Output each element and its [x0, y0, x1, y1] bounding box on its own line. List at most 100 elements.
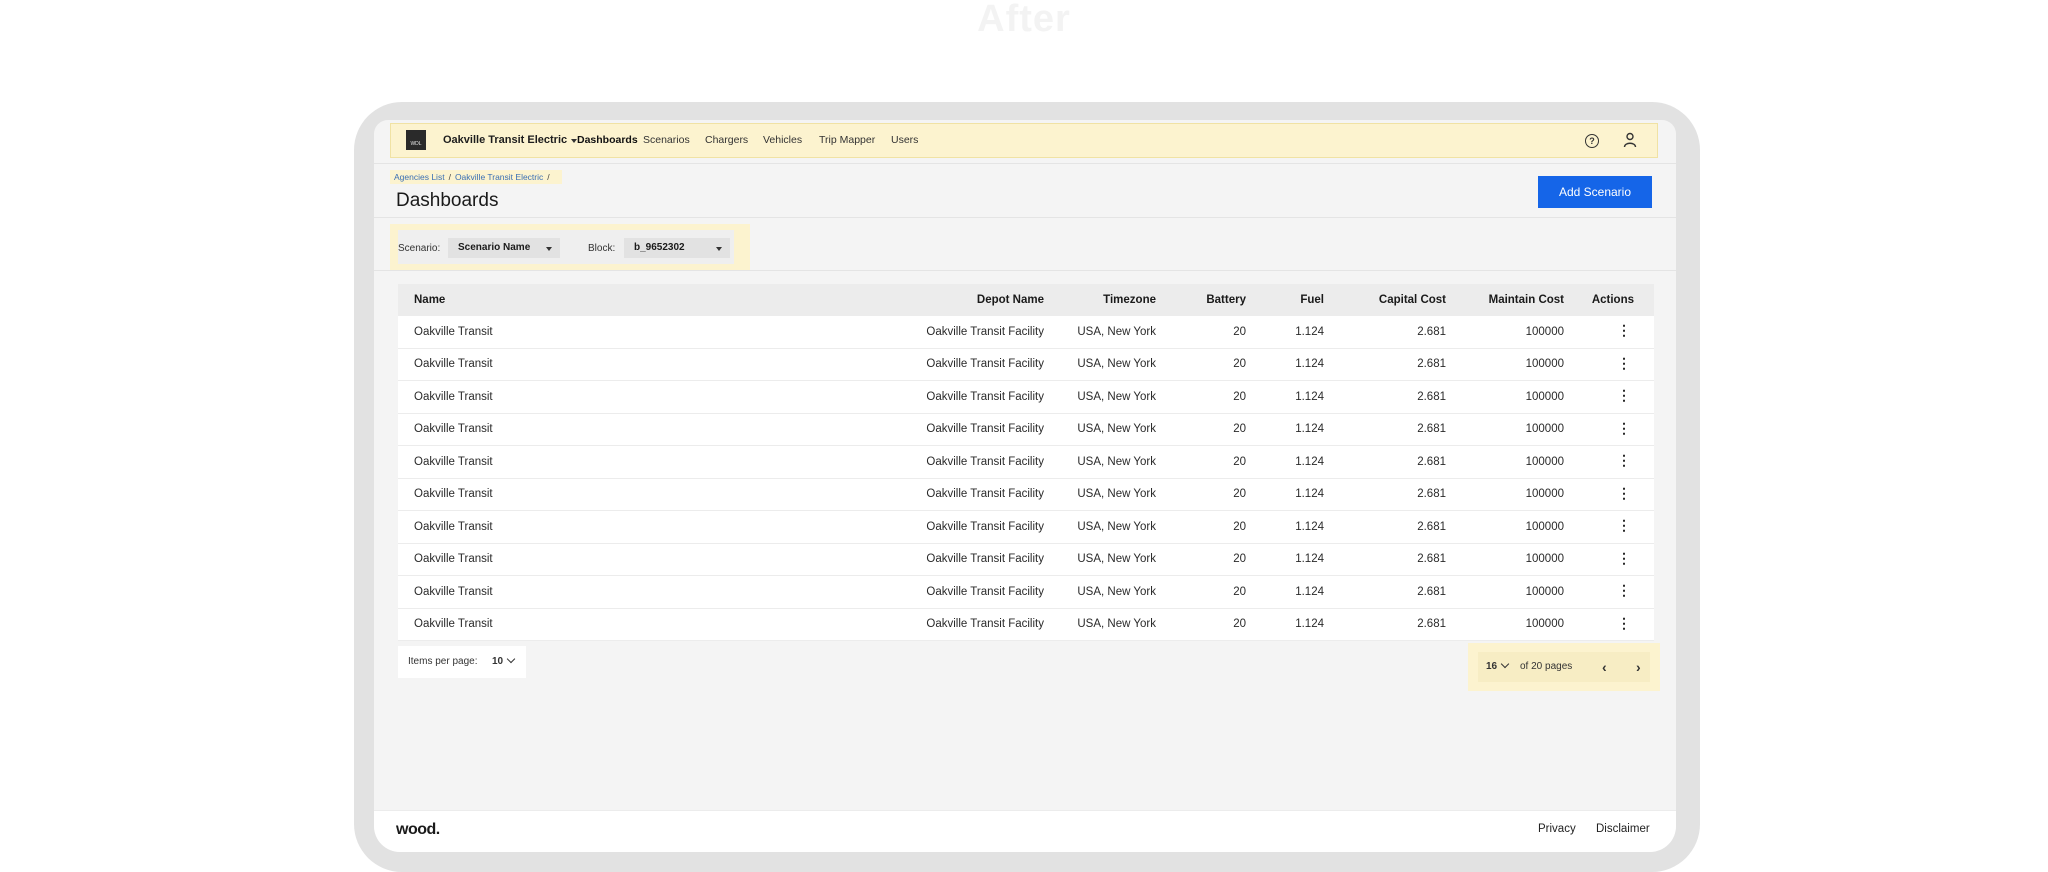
cell-name: Oakville Transit [398, 608, 844, 641]
cell-name: Oakville Transit [398, 510, 844, 544]
brand-logo[interactable]: WDL [406, 130, 426, 150]
cell-maintain-cost: 100000 [1456, 510, 1574, 544]
cell-actions: ⋮ [1574, 510, 1654, 544]
app-screen: WDL Oakville Transit Electric Dashboards… [374, 120, 1676, 852]
nav-dashboards[interactable]: Dashboards [577, 134, 638, 146]
more-vertical-icon[interactable]: ⋮ [1614, 388, 1634, 402]
cell-actions: ⋮ [1574, 316, 1654, 349]
table-row[interactable]: Oakville Transit Oakville Transit Facilit… [398, 380, 1654, 414]
table-row[interactable]: Oakville Transit Oakville Transit Facilit… [398, 445, 1654, 479]
cell-timezone: USA, New York [1054, 413, 1166, 446]
cell-fuel: 1.124 [1256, 575, 1334, 609]
cell-fuel: 1.124 [1256, 608, 1334, 641]
nav-chargers[interactable]: Chargers [705, 134, 748, 146]
cell-timezone: USA, New York [1054, 510, 1166, 544]
column-header-fuel[interactable]: Fuel [1256, 284, 1334, 316]
more-vertical-icon[interactable]: ⋮ [1614, 323, 1634, 337]
cell-capital-cost: 2.681 [1334, 608, 1456, 641]
column-header-depot-name[interactable]: Depot Name [844, 284, 1054, 316]
cell-maintain-cost: 100000 [1456, 575, 1574, 609]
table-row[interactable]: Oakville Transit Oakville Transit Facilit… [398, 510, 1654, 544]
top-navbar: WDL Oakville Transit Electric Dashboards… [390, 123, 1658, 158]
nav-users[interactable]: Users [891, 134, 918, 146]
cell-actions: ⋮ [1574, 348, 1654, 381]
site-footer: wood. Privacy Disclaimer [374, 810, 1676, 852]
cell-battery: 20 [1166, 445, 1256, 479]
more-vertical-icon[interactable]: ⋮ [1614, 518, 1634, 532]
cell-timezone: USA, New York [1054, 316, 1166, 349]
breadcrumb-agencies-list[interactable]: Agencies List [394, 172, 445, 182]
dashboards-table: Name Depot Name Timezone Battery Fuel Ca… [398, 284, 1654, 641]
user-icon[interactable] [1623, 132, 1637, 148]
table-row[interactable]: Oakville Transit Oakville Transit Facilit… [398, 478, 1654, 511]
column-header-maintain-cost[interactable]: Maintain Cost [1456, 284, 1574, 316]
cell-capital-cost: 2.681 [1334, 413, 1456, 446]
cell-battery: 20 [1166, 380, 1256, 414]
column-header-name[interactable]: Name [398, 284, 844, 316]
more-vertical-icon[interactable]: ⋮ [1614, 551, 1634, 565]
breadcrumb-agency[interactable]: Oakville Transit Electric [455, 172, 543, 182]
add-scenario-button[interactable]: Add Scenario [1538, 176, 1652, 208]
more-vertical-icon[interactable]: ⋮ [1614, 421, 1634, 435]
cell-name: Oakville Transit [398, 478, 844, 511]
filter-panel: Scenario: Scenario Name Block: b_9652302 [398, 230, 734, 264]
column-header-capital-cost[interactable]: Capital Cost [1334, 284, 1456, 316]
chevron-left-icon[interactable]: ‹ [1602, 652, 1607, 682]
breadcrumb-separator: / [547, 172, 550, 182]
column-header-timezone[interactable]: Timezone [1054, 284, 1166, 316]
cell-fuel: 1.124 [1256, 478, 1334, 511]
items-per-page: Items per page: 10 [398, 646, 526, 678]
table-row[interactable]: Oakville Transit Oakville Transit Facilit… [398, 608, 1654, 641]
table-row[interactable]: Oakville Transit Oakville Transit Facilit… [398, 575, 1654, 609]
page-title: Dashboards [396, 190, 499, 211]
cell-actions: ⋮ [1574, 445, 1654, 479]
cell-maintain-cost: 100000 [1456, 380, 1574, 414]
agency-selector[interactable]: Oakville Transit Electric [443, 134, 567, 146]
column-header-battery[interactable]: Battery [1166, 284, 1256, 316]
cell-maintain-cost: 100000 [1456, 413, 1574, 446]
items-per-page-select[interactable]: 10 [492, 646, 516, 678]
cell-name: Oakville Transit [398, 413, 844, 446]
cell-capital-cost: 2.681 [1334, 445, 1456, 479]
scenario-label: Scenario: [398, 243, 441, 254]
wood-logo: wood. [396, 821, 440, 838]
cell-battery: 20 [1166, 543, 1256, 576]
cell-fuel: 1.124 [1256, 348, 1334, 381]
current-page-select[interactable]: 16 [1486, 652, 1510, 682]
privacy-link[interactable]: Privacy [1538, 823, 1576, 835]
cell-timezone: USA, New York [1054, 478, 1166, 511]
more-vertical-icon[interactable]: ⋮ [1614, 616, 1634, 630]
cell-depot-name: Oakville Transit Facility [844, 543, 1054, 576]
nav-trip-mapper[interactable]: Trip Mapper [819, 134, 875, 146]
cell-battery: 20 [1166, 575, 1256, 609]
more-vertical-icon[interactable]: ⋮ [1614, 486, 1634, 500]
cell-fuel: 1.124 [1256, 380, 1334, 414]
disclaimer-link[interactable]: Disclaimer [1596, 823, 1650, 835]
nav-scenarios[interactable]: Scenarios [643, 134, 690, 146]
column-header-actions: Actions [1574, 284, 1654, 316]
cell-capital-cost: 2.681 [1334, 380, 1456, 414]
table-row[interactable]: Oakville Transit Oakville Transit Facilit… [398, 316, 1654, 349]
scenario-select[interactable]: Scenario Name [448, 238, 560, 258]
chevron-right-icon[interactable]: › [1636, 652, 1641, 682]
block-select[interactable]: b_9652302 [624, 238, 730, 258]
cell-timezone: USA, New York [1054, 543, 1166, 576]
cell-maintain-cost: 100000 [1456, 608, 1574, 641]
items-per-page-value: 10 [492, 656, 504, 667]
cell-name: Oakville Transit [398, 543, 844, 576]
cell-fuel: 1.124 [1256, 510, 1334, 544]
cell-battery: 20 [1166, 510, 1256, 544]
nav-vehicles[interactable]: Vehicles [763, 134, 802, 146]
help-circle-icon[interactable]: ? [1585, 134, 1599, 148]
more-vertical-icon[interactable]: ⋮ [1614, 453, 1634, 467]
filter-bar: Scenario: Scenario Name Block: b_9652302 [390, 224, 750, 270]
cell-depot-name: Oakville Transit Facility [844, 478, 1054, 511]
header-divider [374, 163, 1676, 164]
cell-actions: ⋮ [1574, 413, 1654, 446]
table-row[interactable]: Oakville Transit Oakville Transit Facilit… [398, 413, 1654, 446]
more-vertical-icon[interactable]: ⋮ [1614, 583, 1634, 597]
table-row[interactable]: Oakville Transit Oakville Transit Facilit… [398, 543, 1654, 576]
more-vertical-icon[interactable]: ⋮ [1614, 356, 1634, 370]
table-row[interactable]: Oakville Transit Oakville Transit Facilit… [398, 348, 1654, 381]
cell-maintain-cost: 100000 [1456, 316, 1574, 349]
